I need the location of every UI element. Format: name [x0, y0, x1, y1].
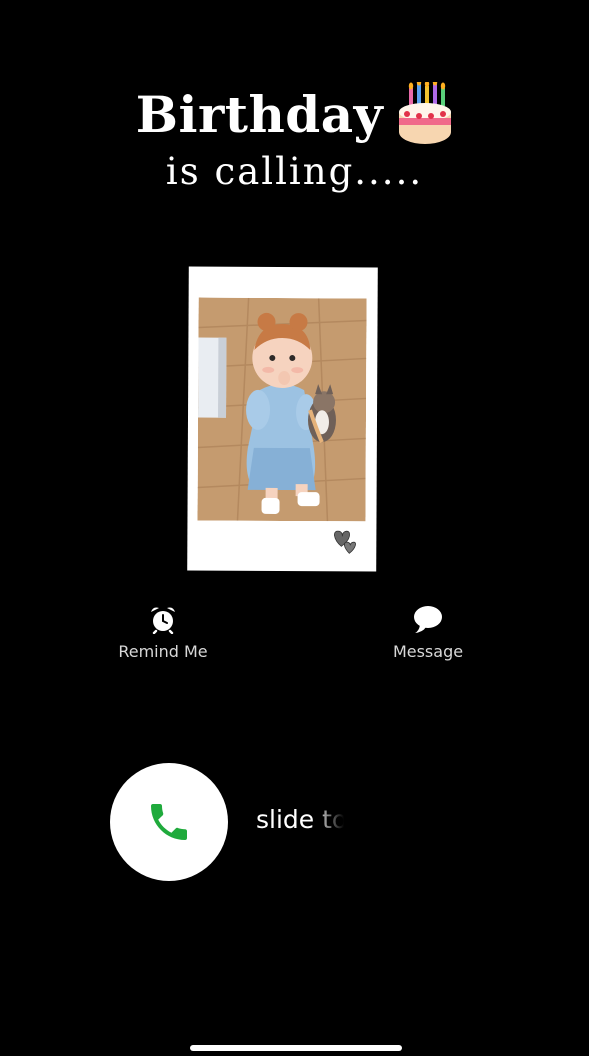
- message-label: Message: [392, 642, 464, 661]
- answer-call-slider-handle[interactable]: [110, 763, 228, 881]
- alarm-clock-icon: [151, 607, 175, 634]
- caller-photo: [197, 297, 367, 522]
- phone-icon: [151, 804, 187, 840]
- remind-me-label: Remind Me: [118, 642, 208, 661]
- hearts-doodle-icon: [333, 530, 356, 554]
- remind-me-button[interactable]: Remind Me: [93, 604, 233, 661]
- slide-to-answer-text: slide to: [256, 805, 344, 834]
- home-indicator[interactable]: [190, 1045, 402, 1051]
- caller-name: Birthday: [135, 84, 384, 144]
- caller-header: Birthday: [0, 82, 589, 146]
- caller-photo-frame: [187, 266, 378, 572]
- birthday-cake-icon: [399, 82, 452, 144]
- speech-bubble-icon: [414, 606, 442, 633]
- call-status: is calling.....: [165, 150, 424, 193]
- message-button[interactable]: Message: [358, 604, 498, 661]
